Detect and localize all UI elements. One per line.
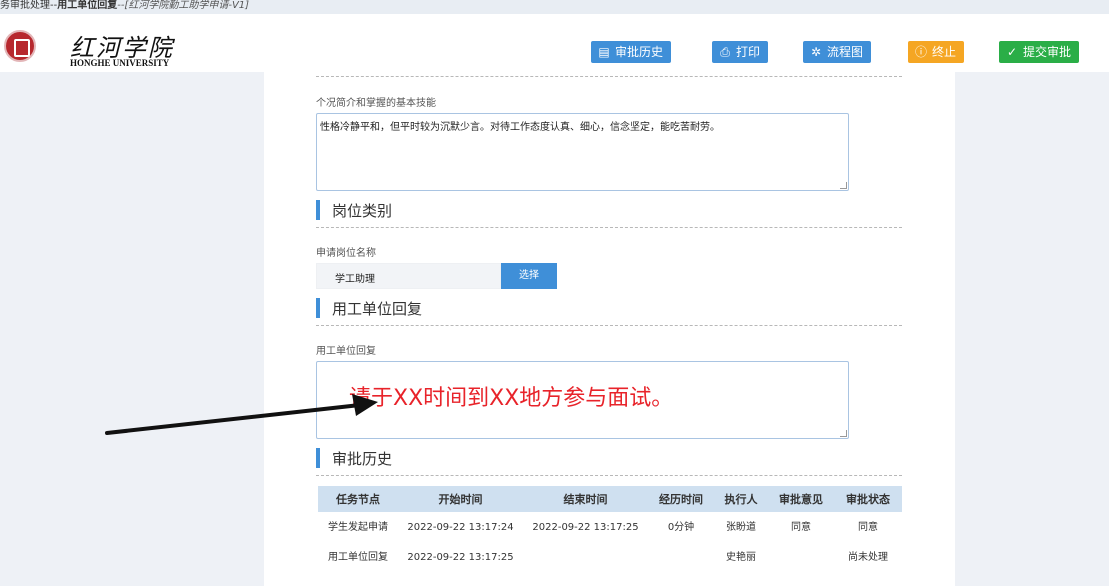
annotation-arrow-icon xyxy=(105,394,378,435)
